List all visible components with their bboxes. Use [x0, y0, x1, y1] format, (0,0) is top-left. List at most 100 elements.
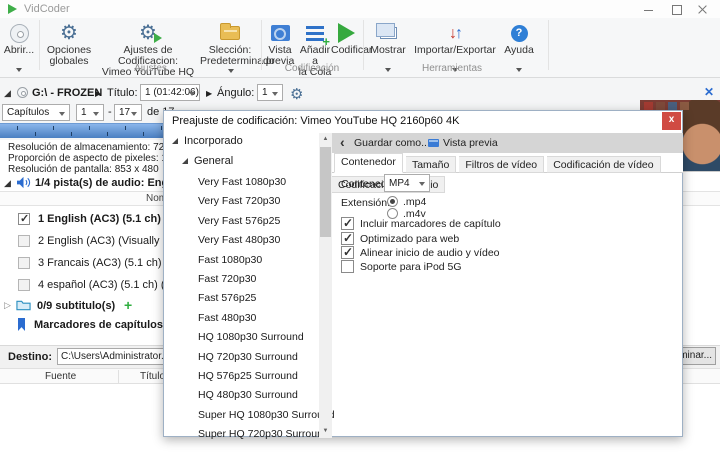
gear-icon: ⚙ [60, 22, 78, 44]
ribbon-toolbar: Abrir... ⚙ Opciones globales ⚙ Ajustes d… [0, 18, 720, 89]
preset-item[interactable]: Fast 576p25 [164, 289, 314, 308]
tree-node-incorporado[interactable]: Incorporado [172, 135, 243, 147]
preview-window-icon [428, 139, 439, 147]
title-label: Título: [107, 87, 138, 99]
scroll-up-icon[interactable]: ▲ [319, 133, 332, 146]
chapter-to-select[interactable]: 17 [114, 104, 142, 121]
folder-icon [220, 23, 240, 40]
dialog-preview-button[interactable]: Vista previa [443, 137, 498, 149]
add-subtitle-icon[interactable]: + [124, 297, 132, 313]
show-label: Mostrar [370, 44, 406, 56]
checkbox-web-optimized-label: Optimizado para web [360, 233, 460, 245]
radio-mp4[interactable] [387, 196, 398, 207]
audio-track-checkbox[interactable] [18, 257, 30, 269]
dropdown-arrow-icon [16, 68, 22, 75]
queue-column-source[interactable]: Fuente [45, 371, 76, 382]
chapter-from-select[interactable]: 1 [76, 104, 104, 121]
preset-item[interactable]: HQ 480p30 Surround [164, 386, 314, 405]
help-label: Ayuda [504, 44, 534, 56]
preset-item[interactable]: Fast 720p30 [164, 270, 314, 289]
open-source-button[interactable]: Abrir... [2, 21, 36, 75]
speaker-icon [16, 176, 31, 192]
preset-item[interactable]: Very Fast 480p30 [164, 231, 314, 250]
checkbox-ipod-5g[interactable] [341, 260, 354, 273]
preset-item[interactable]: Very Fast 1080p30 [164, 173, 314, 192]
window-titlebar: VidCoder [0, 0, 720, 18]
preset-item[interactable]: HQ 576p25 Surround [164, 367, 314, 386]
audio-expander-icon[interactable]: ◢ [4, 178, 11, 189]
source-settings-gear-icon[interactable]: ⚙ [290, 85, 303, 103]
group-separator [39, 20, 40, 70]
checkbox-align-av-label: Alinear inicio de audio y vídeo [360, 247, 500, 259]
group-separator [363, 20, 364, 70]
range-separator: - [108, 106, 112, 118]
open-source-label: Abrir... [3, 44, 35, 56]
range-mode-select[interactable]: Capítulos [2, 104, 70, 121]
import-export-icon: ↓ ↑ [449, 24, 463, 42]
play-separator-icon: ▶ [95, 89, 102, 98]
preset-item[interactable]: HQ 720p30 Surround [164, 348, 314, 367]
subtitles-folder-icon [16, 299, 31, 311]
checkbox-chapter-markers[interactable] [341, 216, 354, 230]
tab-tamano[interactable]: Tamaño [405, 156, 457, 173]
preset-item[interactable]: Super HQ 720p30 Surround [164, 425, 329, 444]
tree-scrollbar[interactable]: ▲ ▼ [319, 133, 332, 438]
import-export-label: Importar/Exportar [414, 44, 496, 56]
destination-label: Destino: [8, 351, 52, 363]
gear-encode-icon: ⚙ [139, 22, 162, 44]
preset-item[interactable]: Fast 480p30 [164, 309, 314, 328]
dialog-close-button[interactable]: x [662, 112, 681, 130]
subtitles-expander-icon[interactable]: ▷ [4, 300, 11, 311]
scrollbar-thumb[interactable] [320, 147, 331, 237]
preset-item[interactable]: HQ 1080p30 Surround [164, 328, 314, 347]
dialog-title: Preajuste de codificación: Vimeo YouTube… [172, 115, 460, 127]
checkbox-align-av[interactable] [341, 245, 354, 259]
source-expander-icon[interactable]: ◢ [4, 88, 11, 99]
vidcoder-main-window: VidCoder Abrir... ⚙ Opciones globales ⚙ … [0, 0, 720, 472]
audio-track-checkbox[interactable] [18, 279, 30, 291]
queue-column-title[interactable]: Título [140, 371, 165, 382]
display-resolution-label: Resolución de pantalla: 853 x 480 [8, 164, 159, 175]
radio-mp4-label: .mp4 [403, 196, 427, 208]
close-source-icon[interactable]: ✕ [704, 85, 714, 99]
expander-open-icon [182, 158, 188, 164]
column-separator [118, 370, 119, 384]
checkbox-web-optimized[interactable] [341, 231, 354, 245]
extension-label: Extensión: [341, 197, 391, 209]
encode-play-icon [337, 23, 355, 43]
vidcoder-logo-icon [8, 4, 17, 14]
audio-track-checkbox[interactable] [18, 235, 30, 247]
preset-item[interactable]: Very Fast 576p25 [164, 212, 314, 231]
subtitles-section-header: 0/9 subtitulo(s) [37, 300, 116, 312]
preset-item[interactable]: Fast 1080p30 [164, 251, 314, 270]
dialog-tabstrip: Contenedor Tamaño Filtros de vídeo Codif… [332, 153, 683, 193]
close-button[interactable] [692, 2, 714, 16]
audio-track-checkbox[interactable] [18, 212, 30, 225]
group-label-herramientas: Herramientas [421, 63, 483, 74]
disc-icon [9, 23, 29, 43]
minimize-button[interactable] [638, 2, 660, 16]
preset-item[interactable]: Very Fast 720p30 [164, 192, 314, 211]
tree-node-general[interactable]: General [182, 155, 233, 167]
angle-select[interactable]: 1 [257, 84, 283, 101]
tab-filtros-video[interactable]: Filtros de vídeo [459, 156, 545, 173]
group-label-codificacion: Codificación [284, 63, 340, 74]
angle-label: Ángulo: [217, 87, 255, 99]
preset-dialog: Preajuste de codificación: Vimeo YouTube… [163, 110, 683, 440]
preset-list: Very Fast 1080p30 Very Fast 720p30 Very … [164, 173, 335, 444]
maximize-button[interactable] [666, 2, 688, 16]
group-separator [261, 20, 262, 70]
expander-open-icon [172, 138, 178, 144]
save-as-button[interactable]: Guardar como... [354, 137, 430, 149]
preset-item[interactable]: Super HQ 1080p30 Surround [164, 406, 335, 425]
back-chevron-icon[interactable]: ‹ [340, 134, 345, 150]
checkbox-chapter-markers-label: Incluir marcadores de capítulo [360, 218, 501, 230]
preview-icon [270, 25, 290, 41]
container-select[interactable]: MP4 [384, 174, 430, 192]
queue-list-icon [306, 25, 330, 47]
tab-codificacion-video[interactable]: Codificación de vídeo [547, 156, 661, 173]
title-select[interactable]: 1 (01:42:06) [140, 84, 200, 101]
tab-contenedor[interactable]: Contenedor [334, 153, 403, 173]
scroll-down-icon[interactable]: ▼ [319, 425, 332, 438]
source-name: G:\ - FROZEN [32, 87, 103, 99]
